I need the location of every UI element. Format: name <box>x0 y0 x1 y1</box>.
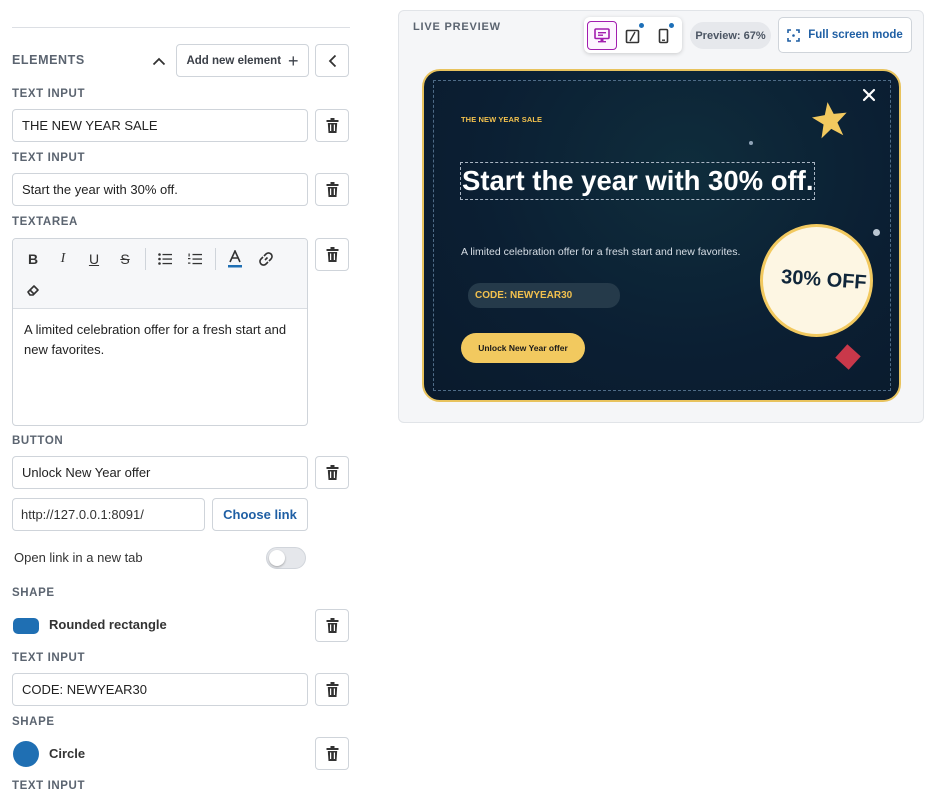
toggle-knob <box>269 550 285 566</box>
text-input-field[interactable] <box>12 173 308 206</box>
shape-name: Circle <box>49 746 86 761</box>
rounded-rectangle-swatch <box>13 618 39 634</box>
elements-heading: ELEMENTS <box>12 53 85 67</box>
toolbar-separator <box>215 248 216 270</box>
textarea-content[interactable]: A limited celebration offer for a fresh … <box>13 309 307 370</box>
editor-panel: ELEMENTS Add new element + TEXT INPUT TE… <box>0 0 360 794</box>
new-tab-label: Open link in a new tab <box>14 550 143 565</box>
banner-cta-button[interactable]: Unlock New Year offer <box>461 333 585 363</box>
mobile-view-button[interactable] <box>649 21 679 50</box>
delete-button[interactable] <box>315 737 349 770</box>
add-element-label: Add new element <box>186 54 282 67</box>
block-type-label: BUTTON <box>12 435 64 447</box>
trash-icon <box>326 118 338 133</box>
numbered-list-icon[interactable] <box>183 247 207 271</box>
trash-icon <box>326 465 338 480</box>
block-type-label: TEXT INPUT <box>12 152 86 164</box>
mobile-icon <box>658 28 669 43</box>
notification-dot <box>639 23 644 28</box>
collapse-panel-button[interactable] <box>315 44 349 77</box>
delete-button[interactable] <box>315 173 349 206</box>
banner-description[interactable]: A limited celebration offer for a fresh … <box>461 246 740 258</box>
bold-icon[interactable]: B <box>21 247 45 271</box>
chevron-left-icon <box>328 54 336 67</box>
strikethrough-icon[interactable]: S <box>113 247 137 271</box>
trash-icon <box>326 746 338 761</box>
text-input-field[interactable] <box>12 109 308 142</box>
fullscreen-label: Full screen mode <box>808 29 903 41</box>
decorative-dot <box>873 229 880 236</box>
live-preview-panel: LIVE PREVIEW Preview: 67% Full screen mo… <box>398 10 924 423</box>
block-type-label: SHAPE <box>12 716 55 728</box>
trash-icon <box>326 247 338 262</box>
italic-icon[interactable]: I <box>51 247 75 271</box>
device-switcher <box>584 17 682 53</box>
banner-headline[interactable]: Start the year with 30% off. <box>460 162 816 200</box>
new-tab-toggle[interactable] <box>266 547 306 569</box>
underline-icon[interactable]: U <box>82 247 106 271</box>
link-icon[interactable] <box>254 247 278 271</box>
block-type-label: SHAPE <box>12 587 55 599</box>
banner-code-pill[interactable]: CODE: NEWYEAR30 <box>468 283 620 308</box>
close-icon[interactable] <box>861 87 877 103</box>
add-element-button[interactable]: Add new element + <box>176 44 309 77</box>
delete-button[interactable] <box>315 456 349 489</box>
trash-icon <box>326 182 338 197</box>
choose-link-button[interactable]: Choose link <box>212 498 308 531</box>
divider <box>12 27 350 28</box>
clear-format-icon[interactable] <box>21 278 45 302</box>
expand-icon <box>787 28 801 42</box>
banner-eyebrow[interactable]: THE NEW YEAR SALE <box>461 115 542 124</box>
trash-icon <box>326 618 338 633</box>
delete-button[interactable] <box>315 238 349 271</box>
zoom-indicator: Preview: 67% <box>690 22 771 49</box>
toolbar-separator <box>145 248 146 270</box>
decorative-dot <box>749 141 753 145</box>
discount-badge-text: 30% OFF <box>780 266 867 294</box>
delete-button[interactable] <box>315 673 349 706</box>
text-color-icon[interactable] <box>223 247 247 271</box>
plus-icon: + <box>288 50 299 71</box>
fullscreen-button[interactable]: Full screen mode <box>778 17 912 53</box>
delete-button[interactable] <box>315 609 349 642</box>
block-type-label: TEXT INPUT <box>12 88 86 100</box>
button-label-field[interactable] <box>12 456 308 489</box>
rich-text-toolbar: B I U S <box>13 239 307 309</box>
tablet-icon <box>625 29 640 43</box>
link-url-field[interactable] <box>12 498 205 531</box>
live-preview-title: LIVE PREVIEW <box>413 21 501 33</box>
delete-button[interactable] <box>315 109 349 142</box>
block-type-label: TEXT INPUT <box>12 780 86 792</box>
tablet-view-button[interactable] <box>618 21 648 50</box>
shape-name: Rounded rectangle <box>49 617 167 632</box>
bullet-list-icon[interactable] <box>153 247 177 271</box>
circle-swatch <box>13 741 39 767</box>
star-icon <box>811 102 847 139</box>
banner-preview: THE NEW YEAR SALE Start the year with 30… <box>422 69 901 402</box>
block-type-label: TEXT INPUT <box>12 652 86 664</box>
rich-text-editor: B I U S A limited celebration offer for … <box>12 238 308 426</box>
notification-dot <box>669 23 674 28</box>
discount-badge-circle[interactable]: 30% OFF <box>760 224 873 337</box>
desktop-view-button[interactable] <box>587 21 617 50</box>
text-input-field[interactable] <box>12 673 308 706</box>
desktop-icon <box>594 28 610 43</box>
chevron-up-icon[interactable] <box>150 53 168 69</box>
block-type-label: TEXTAREA <box>12 216 78 228</box>
trash-icon <box>326 682 338 697</box>
